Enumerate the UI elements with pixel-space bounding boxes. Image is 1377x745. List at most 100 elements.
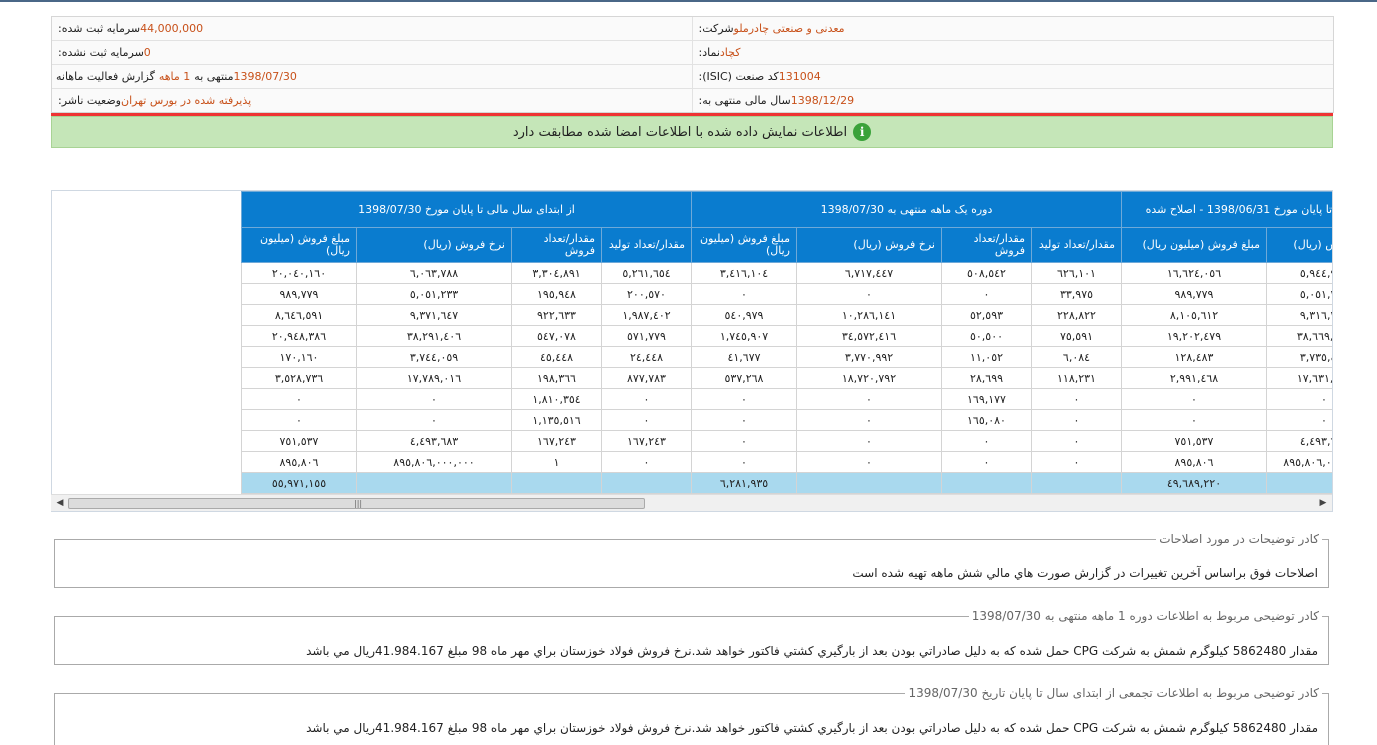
table-cell: ٨٩٥,٨٠٦ (241, 451, 357, 473)
symbol-value: کچاد (719, 46, 741, 59)
fiscal-year-value: 1398/12/29 (790, 94, 855, 107)
table-cell: ٠ (691, 283, 797, 305)
table-cell: ٠ (601, 451, 692, 473)
table-cell: ١,٩٨٧,٤٠٢ (601, 304, 692, 326)
company-cell: شرکت: معدنی و صنعتی چادرملو (693, 17, 1334, 40)
table-cell: ١١٨,٢٣١ (1031, 367, 1122, 389)
column-header: نرخ فروش (ریال) (1266, 227, 1332, 263)
table-cell: ٠ (796, 409, 942, 431)
info-row-2: نماد: کچاد سرمایه ثبت نشده: 0 (52, 41, 1333, 65)
cumulative-legend: كادر توضیحی مربوط به اطلاعات تجمعی از اب… (905, 686, 1322, 700)
isic-label: کد صنعت (ISIC): (698, 70, 779, 83)
report-type-cell: گزارش فعالیت ماهانه 1 ماهه منتهی به 1398… (52, 65, 693, 88)
horizontal-scrollbar[interactable]: ◀ ||| ▶ (51, 494, 1332, 511)
scroll-right-icon[interactable]: ▶ (1317, 497, 1329, 509)
table-cell: ٣٨,٢٩١,٤٠٦ (356, 325, 512, 347)
column-header: مقدار/تعداد فروش (941, 227, 1032, 263)
fiscal-year-label: سال مالی منتهی به: (698, 94, 791, 107)
table-cell: ٧٥١,٥٣٧ (241, 430, 357, 452)
table-cell: ٥٧١,٧٧٩ (601, 325, 692, 347)
group-header-row: مالی تا پایان مورخ 1398/06/31 - اصلاح شد… (241, 191, 1332, 228)
table-cell: ١ (511, 451, 602, 473)
table-cell: ٦٢٦,١٠١ (1031, 262, 1122, 284)
table-cell: ٨٩٥,٨٠٦,٠٠٠,٠٠٠ (356, 451, 512, 473)
table-cell: ١٢٨,٤٨٣ (1121, 346, 1267, 368)
table-cell: ٥,٢٦١,٦٥٤ (601, 262, 692, 284)
column-header-row: نرخ فروش (ریال)مبلغ فروش (میلیون ریال) مق… (241, 227, 1332, 263)
period-notes-box: كادر توضیحی مربوط به اطلاعات دوره 1 ماهه… (54, 609, 1329, 665)
corrections-box: كادر توضيحات در مورد اصلاحات اصلاحات فوق… (54, 532, 1329, 588)
table-cell: ٤١,٦٧٧ (691, 346, 797, 368)
table-cell: ٠ (601, 409, 692, 431)
total-cell: ٦,٢٨١,٩٣٥ (691, 472, 797, 494)
corrections-text: اصلاحات فوق براساس آخرین تغییرات در گزار… (852, 566, 1318, 580)
table-row: ٠ ٠ ٠ ١٦٩,١٧٧ ٠ ٠ ٠ ١,٨١٠,٣٥٤ ٠ ٠ (241, 388, 1332, 410)
table-cell: ١,٨١٠,٣٥٤ (511, 388, 602, 410)
total-cell: ٤٩,٦٨٩,٢٢٠ (1121, 472, 1267, 494)
table-cell: ٦,٠٨٤ (1031, 346, 1122, 368)
scroll-left-icon[interactable]: ◀ (54, 497, 66, 509)
table-cell: ٣,٧٤٤,٠٥٩ (356, 346, 512, 368)
unregistered-capital-cell: سرمایه ثبت نشده: 0 (52, 41, 693, 64)
report-prefix: گزارش فعالیت ماهانه (56, 70, 155, 83)
column-header: مبلغ فروش (میلیون ریال) (1121, 227, 1267, 263)
table-cell: ٠ (691, 409, 797, 431)
report-date: 1398/07/30 (233, 70, 297, 83)
total-cell (601, 472, 692, 494)
table-cell: ٩٨٩,٧٧٩ (1121, 283, 1267, 305)
table-cell: ١٩٨,٣٦٦ (511, 367, 602, 389)
table-cell: ٥٢,٥٩٣ (941, 304, 1032, 326)
table-cell: ٠ (1121, 409, 1267, 431)
group-header-month: دوره یک ماهه منتهی به 1398/07/30 (691, 191, 1122, 228)
table-cell: ٩,٣٧١,٦٤٧ (356, 304, 512, 326)
table-cell: ٠ (241, 388, 357, 410)
table-cell: ٢٠,٠٤٠,١٦٠ (241, 262, 357, 284)
column-header: مقدار/تعداد فروش (511, 227, 602, 263)
table-cell: ٨,١٠٥,٦١٢ (1121, 304, 1267, 326)
company-value: معدنی و صنعتی چادرملو (733, 22, 845, 35)
table-cell: ٩٢٢,٦٣٣ (511, 304, 602, 326)
table-cell: ١٠,٢٨٦,١٤١ (796, 304, 942, 326)
report-suffix: منتهی به (194, 70, 234, 83)
table-cell: ٠ (796, 451, 942, 473)
table-cell: ٠ (691, 430, 797, 452)
table-cell: ١٧,٧٨٩,٠١٦ (356, 367, 512, 389)
table-cell: ٤,٤٩٣,٦٨٣ (1266, 430, 1332, 452)
table-row: ٩,٣١٦,٣٦٧٨,١٠٥,٦١٢٢٢٨,٨٢٢٥٢,٥٩٣١٠,٢٨٦,١٤… (241, 304, 1332, 326)
info-row-3: کد صنعت (ISIC): 131004 گزارش فعالیت ماها… (52, 65, 1333, 89)
table-cell: ٠ (1031, 451, 1122, 473)
table-row: ٤,٤٩٣,٦٨٣٧٥١,٥٣٧٠٠٠٠١٦٧,٢٤٣١٦٧,٢٤٣٤,٤٩٣,… (241, 430, 1332, 452)
table-row: ٨٩٥,٨٠٦,٠٠٠,٠٠٠٨٩٥,٨٠٦٠٠٠٠٠١٨٩٥,٨٠٦,٠٠٠,… (241, 451, 1332, 473)
table-row: ٣,٧٣٥,٤٠٥١٢٨,٤٨٣٦,٠٨٤١١,٠٥٢٣,٧٧٠,٩٩٢٤١,٦… (241, 346, 1332, 368)
verification-notice: i اطلاعات نمایش داده شده با اطلاعات امضا… (51, 116, 1333, 148)
table-cell: ٣,٣٠٤,٨٩١ (511, 262, 602, 284)
table-cell: ٨٩٥,٨٠٦ (1121, 451, 1267, 473)
table-cell: ٢٢٨,٨٢٢ (1031, 304, 1122, 326)
table-cell: ١,٧٤٥,٩٠٧ (691, 325, 797, 347)
total-cell (941, 472, 1032, 494)
table-row: ٥,٠٥١,٢٣٣٩٨٩,٧٧٩٣٣,٩٧٥٠٠٠٢٠٠,٥٧٠١٩٥,٩٤٨٥… (241, 283, 1332, 305)
total-cell (796, 472, 942, 494)
report-months: 1 ماهه (158, 70, 191, 83)
table-cell: ٦,٧١٧,٤٤٧ (796, 262, 942, 284)
table-cell: ٢,٩٩١,٤٦٨ (1121, 367, 1267, 389)
table-cell: ٥,٩٤٤,٩١٥ (1266, 262, 1332, 284)
total-cell (511, 472, 602, 494)
table-cell: ٦,٠٦٣,٧٨٨ (356, 262, 512, 284)
table-cell: ٢٠,٩٤٨,٣٨٦ (241, 325, 357, 347)
info-icon: i (853, 123, 872, 141)
group-header-prev: مالی تا پایان مورخ 1398/06/31 - اصلاح شد… (1121, 191, 1332, 228)
table-cell: ٨,٦٤٦,٥٩١ (241, 304, 357, 326)
scroll-thumb[interactable]: ||| (68, 498, 645, 509)
table-cell: ٠ (1031, 409, 1122, 431)
table-cell: ٢٨,٦٩٩ (941, 367, 1032, 389)
table-cell: ٠ (796, 283, 942, 305)
publisher-status-value: پذیرفته شده در بورس تهران (120, 94, 252, 107)
table-cell: ٠ (1266, 409, 1332, 431)
table-row: ٣٨,٦٦٩,٦١٣١٩,٢٠٢,٤٧٩٧٥,٥٩١٥٠,٥٠٠٣٤,٥٧٢,٤… (241, 325, 1332, 347)
company-info-panel: شرکت: معدنی و صنعتی چادرملو سرمایه ثبت ش… (51, 16, 1334, 113)
isic-value: 131004 (778, 70, 821, 83)
table-cell: ١٦,٦٢٤,٠٥٦ (1121, 262, 1267, 284)
table-cell: ٢٠٠,٥٧٠ (601, 283, 692, 305)
top-border (0, 0, 1377, 2)
